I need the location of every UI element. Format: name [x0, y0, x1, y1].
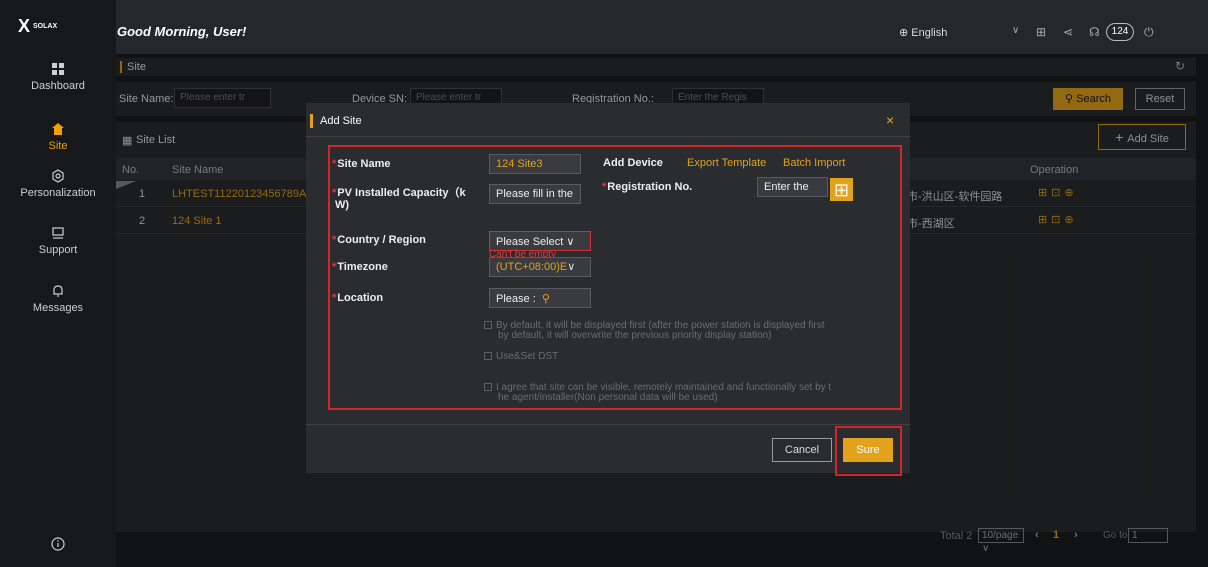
sidebar-item-label: Site [48, 140, 68, 152]
solax-logo[interactable]: X SOLAX [18, 16, 57, 37]
info-icon[interactable] [51, 537, 65, 551]
close-icon[interactable]: × [886, 112, 894, 128]
sidebar-item-dashboard[interactable]: Dashboard [0, 62, 116, 92]
power-icon[interactable]: ⏻ [1144, 25, 1154, 40]
greeting: Good Morning, User! [117, 24, 247, 39]
sidebar-item-support[interactable]: Support [0, 226, 116, 256]
sidebar-item-messages[interactable]: Messages [0, 284, 116, 314]
dialog-title: Add Site [320, 115, 362, 127]
site-home-icon [52, 123, 64, 135]
sidebar-item-label: Messages [32, 302, 84, 314]
sidebar-item-label: Dashboard [31, 80, 85, 92]
language-selector[interactable]: ⊕ English [899, 26, 947, 39]
form-highlight-box [328, 145, 902, 410]
share-icon[interactable]: ⋖ [1063, 25, 1073, 39]
globe-icon: ⊕ [899, 27, 909, 39]
sidebar-item-label: Personalization [20, 187, 96, 199]
sidebar-item-site[interactable]: Site [0, 122, 116, 152]
support-icon [52, 227, 64, 239]
sidebar: X SOLAX Dashboard Site Personalization Su… [0, 0, 116, 567]
cancel-button[interactable]: Cancel [772, 438, 832, 462]
language-label: English [911, 27, 948, 39]
sure-highlight-box [835, 426, 902, 476]
chevron-down-icon[interactable]: ∨ [1012, 25, 1019, 36]
personalization-icon [52, 169, 64, 183]
divider [306, 136, 910, 137]
sidebar-item-personalization[interactable]: Personalization [0, 169, 116, 199]
headset-icon[interactable]: ☊ [1089, 25, 1100, 39]
sidebar-item-label: Support [38, 244, 78, 256]
add-site-dialog: Add Site × *Site Name 124 Site3 Add Devi… [306, 103, 910, 476]
bell-icon [53, 285, 63, 297]
dialog-title-marker [310, 114, 313, 128]
sitemap-icon[interactable]: ⊞ [1036, 25, 1046, 39]
count-badge[interactable]: 124 [1106, 23, 1134, 41]
dashboard-icon [52, 63, 64, 75]
divider [306, 424, 910, 425]
